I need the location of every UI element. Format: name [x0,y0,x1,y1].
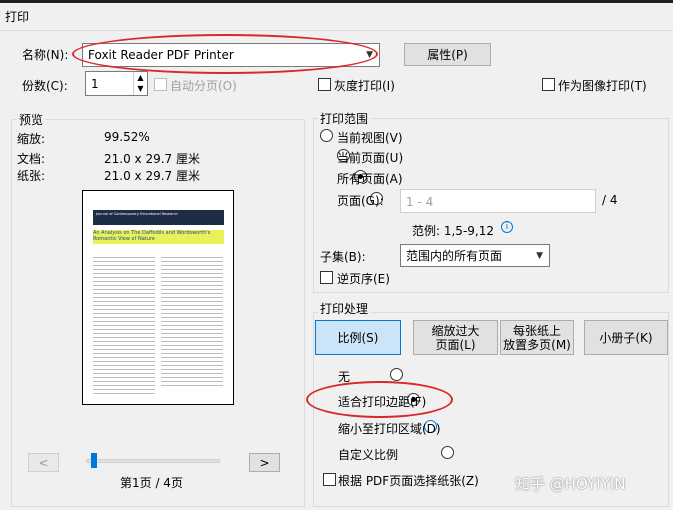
reverse-pages-checkbox[interactable] [320,271,333,284]
paper-size-label: 纸张: [17,169,46,183]
current-view-radio[interactable] [320,129,333,142]
thumb-journal: Journal of Contemporary Educational Rese… [96,212,178,216]
all-pages-label: 所有页面(A) [337,172,403,186]
watermark: 知乎 @HOYIYIN [515,475,626,493]
copies-spinner[interactable]: 1 ▲ ▼ [85,71,148,96]
reverse-pages-label: 逆页序(E) [337,272,390,286]
thumb-column-left [93,257,155,395]
doc-size-label: 文档: [17,152,46,166]
printer-name-label: 名称(N): [22,48,69,62]
pages-input[interactable]: 1 - 4 [400,189,596,213]
current-view-label: 当前视图(V) [337,131,403,145]
pages-input-placeholder: 1 - 4 [406,195,434,209]
thumb-article-title: An Analysis on The Daffodils and Wordswo… [93,230,224,244]
red-annotation-oval-printer [72,34,378,74]
multiple-pages-button[interactable]: 每张纸上 放置多页(M) [500,320,574,355]
current-page-label: 当前页面(U) [337,151,404,165]
pages-label: 页面(G): [337,194,384,208]
print-as-image-label: 作为图像打印(T) [558,79,647,93]
properties-button[interactable]: 属性(P) [404,43,491,66]
fit-oversized-line1: 缩放过大 [431,323,480,338]
title-divider [0,30,673,31]
zoom-label: 缩放: [17,132,46,146]
grayscale-label: 灰度打印(I) [334,79,395,93]
page-preview: Journal of Contemporary Educational Rese… [82,190,234,405]
info-icon[interactable]: i [501,221,513,233]
page-slider-track[interactable] [86,459,220,463]
multiple-pages-line1: 每张纸上 [512,323,561,338]
subset-label: 子集(B): [320,250,366,264]
range-example-text: 范例: 1,5-9,12 [412,224,494,238]
zoom-value: 99.52% [104,130,150,144]
subset-select-value: 范围内的所有页面 [406,249,503,263]
next-page-button[interactable]: > [249,453,280,472]
preview-group-label: 预览 [17,111,46,128]
multiple-pages-line2: 放置多页(M) [503,337,571,352]
print-handling-label: 打印处理 [318,300,371,317]
paper-size-value: 21.0 x 29.7 厘米 [104,169,200,183]
fit-oversized-line2: 页面(L) [435,337,476,352]
grayscale-checkbox[interactable] [318,78,331,91]
collate-label: 自动分页(O) [170,79,237,93]
total-pages-text: / 4 [602,193,618,207]
page-slider-thumb[interactable] [91,453,98,468]
doc-size-value: 21.0 x 29.7 厘米 [104,152,200,166]
print-as-image-checkbox[interactable] [542,78,555,91]
scale-mode-button[interactable]: 比例(S) [315,320,401,355]
window-title: 打印 [5,10,30,24]
copies-label: 份数(C): [22,79,68,93]
booklet-button[interactable]: 小册子(K) [584,320,668,355]
red-annotation-oval-fit [306,381,453,418]
spinner-arrows[interactable]: ▲ ▼ [133,72,147,95]
print-range-label: 打印范围 [318,110,371,127]
window-top-bar [0,0,673,3]
chevron-down-icon: ▼ [536,250,543,261]
collate-checkbox[interactable] [154,78,167,91]
shrink-to-area-label: 缩小至打印区域(D) [338,422,441,436]
fit-oversized-button[interactable]: 缩放过大 页面(L) [413,320,498,355]
custom-scale-radio[interactable] [440,446,454,459]
thumb-header-bar: Journal of Contemporary Educational Rese… [93,210,224,225]
subset-select[interactable]: 范围内的所有页面 ▼ [400,244,550,267]
pdf-paper-label: 根据 PDF页面选择纸张(Z) [338,474,479,488]
custom-scale-label: 自定义比例 [338,448,399,462]
copies-value: 1 [91,77,99,91]
pdf-paper-checkbox[interactable] [323,473,336,486]
thumb-column-right [161,257,223,387]
page-indicator: 第1页 / 4页 [120,476,183,490]
prev-page-button[interactable]: < [28,453,59,472]
